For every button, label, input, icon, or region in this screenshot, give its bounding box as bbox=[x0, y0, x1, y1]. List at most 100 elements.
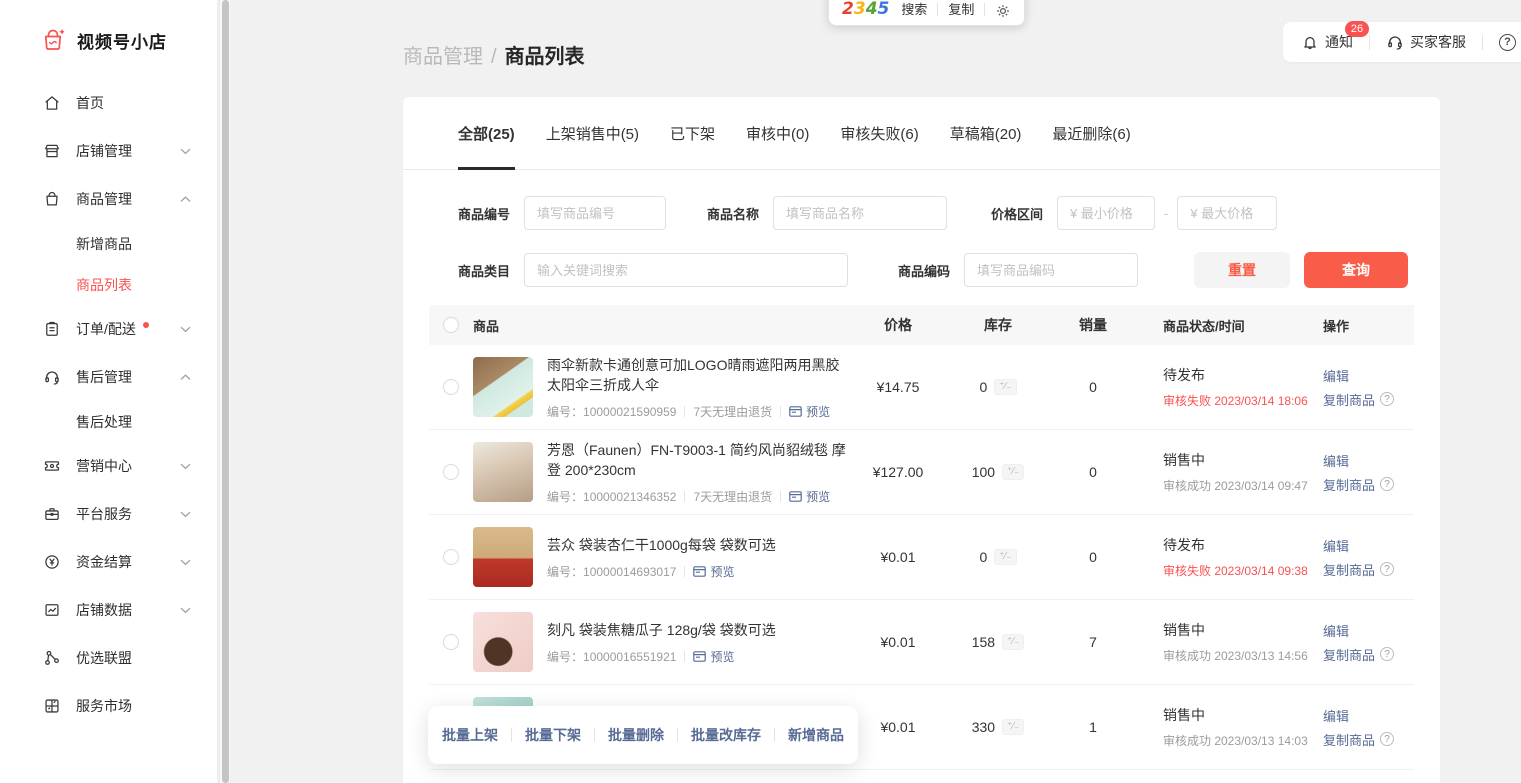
price-min-input[interactable] bbox=[1057, 196, 1155, 230]
copy-product-link[interactable]: 复制商品? bbox=[1323, 730, 1414, 749]
copy-product-link[interactable]: 复制商品? bbox=[1323, 645, 1414, 664]
help-icon[interactable]: ? bbox=[1499, 34, 1516, 51]
edit-link[interactable]: 编辑 bbox=[1323, 451, 1414, 470]
sidebar-item-label: 平台服务 bbox=[76, 504, 132, 524]
row-checkbox[interactable] bbox=[443, 464, 459, 480]
bulk-edit-stock-button[interactable]: 批量改库存 bbox=[678, 725, 774, 745]
price-range-separator: - bbox=[1164, 206, 1168, 221]
price-cell: ¥0.01 bbox=[853, 634, 943, 650]
app-logo[interactable]: 视频号小店 bbox=[0, 0, 217, 53]
preview-icon bbox=[693, 566, 706, 577]
edit-link[interactable]: 编辑 bbox=[1323, 621, 1414, 640]
sidebar-item-product-list[interactable]: 商品列表 bbox=[0, 264, 217, 305]
status-detail: 审核失败 2023/03/14 18:06 bbox=[1163, 392, 1323, 409]
notifications-button[interactable]: 通知 26 bbox=[1301, 32, 1353, 52]
bulk-on-shelf-button[interactable]: 批量上架 bbox=[429, 725, 511, 745]
tab-review-failed[interactable]: 审核失败(6) bbox=[840, 97, 918, 169]
buyer-service-button[interactable]: 买家客服 bbox=[1386, 32, 1466, 52]
breadcrumb-section[interactable]: 商品管理 bbox=[403, 46, 483, 68]
sidebar-item-product-management[interactable]: 商品管理 bbox=[0, 175, 217, 223]
status-detail: 审核失败 2023/03/14 09:38 bbox=[1163, 562, 1323, 579]
status-cell: 待发布 审核失败 2023/03/14 18:06 bbox=[1133, 365, 1323, 409]
ext-copy-button[interactable]: 复制 bbox=[948, 0, 974, 19]
sidebar-item-service-market[interactable]: 服务市场 bbox=[0, 682, 217, 730]
product-name-input[interactable] bbox=[773, 196, 947, 230]
edit-link[interactable]: 编辑 bbox=[1323, 366, 1414, 385]
sidebar-item-home[interactable]: 首页 bbox=[0, 79, 217, 127]
tab-off-shelf[interactable]: 已下架 bbox=[670, 97, 715, 169]
stock-cell: 0 bbox=[979, 549, 987, 565]
select-all-checkbox[interactable] bbox=[443, 317, 459, 333]
page-scrollbar[interactable] bbox=[219, 0, 230, 783]
bulk-off-shelf-button[interactable]: 批量下架 bbox=[512, 725, 594, 745]
table-row: 刻凡 袋装焦糖瓜子 128g/袋 袋数可选 编号：10000016551921 … bbox=[429, 600, 1414, 685]
tab-recently-deleted[interactable]: 最近删除(6) bbox=[1052, 97, 1130, 169]
price-max-input[interactable] bbox=[1177, 196, 1277, 230]
edit-link[interactable]: 编辑 bbox=[1323, 536, 1414, 555]
sidebar-item-preferred-alliance[interactable]: 优选联盟 bbox=[0, 634, 217, 682]
scrollbar-thumb[interactable] bbox=[222, 0, 229, 783]
product-sn-input[interactable] bbox=[524, 196, 666, 230]
help-icon[interactable]: ? bbox=[1380, 647, 1394, 661]
sidebar-item-aftersale-management[interactable]: 售后管理 bbox=[0, 353, 217, 401]
bell-icon bbox=[1301, 33, 1319, 51]
stock-edit-icon[interactable]: ⁺⁄₋ bbox=[1002, 719, 1024, 735]
help-icon[interactable]: ? bbox=[1380, 392, 1394, 406]
sidebar-item-shop-data[interactable]: 店铺数据 bbox=[0, 586, 217, 634]
add-product-button[interactable]: 新增商品 bbox=[775, 725, 857, 745]
chevron-down-icon bbox=[180, 463, 191, 470]
status-cell: 销售中 审核成功 2023/03/14 09:47 bbox=[1133, 450, 1323, 494]
notification-dot bbox=[143, 322, 149, 328]
stock-edit-icon[interactable]: ⁺⁄₋ bbox=[994, 549, 1016, 565]
edit-link[interactable]: 编辑 bbox=[1323, 706, 1414, 725]
stock-edit-icon[interactable]: ⁺⁄₋ bbox=[994, 379, 1016, 395]
preview-icon bbox=[789, 491, 802, 502]
query-button[interactable]: 查询 bbox=[1304, 252, 1408, 288]
row-checkbox[interactable] bbox=[443, 634, 459, 650]
sidebar-item-label: 优选联盟 bbox=[76, 648, 132, 668]
product-code-label: 商品编码 bbox=[898, 261, 950, 280]
return-policy: 7天无理由退货 bbox=[693, 488, 772, 505]
table-header: 商品 价格 库存 销量 商品状态/时间 操作 bbox=[429, 305, 1414, 345]
preview-link[interactable]: 预览 bbox=[789, 403, 830, 420]
chevron-down-icon bbox=[180, 559, 191, 566]
category-label: 商品类目 bbox=[458, 261, 510, 280]
copy-product-link[interactable]: 复制商品? bbox=[1323, 560, 1414, 579]
preview-link[interactable]: 预览 bbox=[693, 648, 734, 665]
sidebar-item-shop-management[interactable]: 店铺管理 bbox=[0, 127, 217, 175]
sidebar-item-funds-settlement[interactable]: 资金结算 bbox=[0, 538, 217, 586]
tab-in-review[interactable]: 审核中(0) bbox=[746, 97, 809, 169]
stock-edit-icon[interactable]: ⁺⁄₋ bbox=[1002, 464, 1024, 480]
stock-edit-icon[interactable]: ⁺⁄₋ bbox=[1002, 634, 1024, 650]
copy-product-link[interactable]: 复制商品? bbox=[1323, 475, 1414, 494]
page-title: 商品列表 bbox=[505, 46, 585, 68]
product-code-input[interactable] bbox=[964, 253, 1138, 287]
tab-drafts[interactable]: 草稿箱(20) bbox=[950, 97, 1022, 169]
sidebar-item-add-product[interactable]: 新增商品 bbox=[0, 223, 217, 264]
row-checkbox[interactable] bbox=[443, 549, 459, 565]
bulk-action-bar: 批量上架 批量下架 批量删除 批量改库存 新增商品 bbox=[428, 706, 858, 764]
stock-cell: 158 bbox=[972, 634, 995, 650]
help-icon[interactable]: ? bbox=[1380, 562, 1394, 576]
category-input[interactable] bbox=[524, 253, 848, 287]
product-sn: 编号：10000016551921 bbox=[547, 648, 676, 665]
gear-icon[interactable] bbox=[995, 3, 1011, 19]
help-icon[interactable]: ? bbox=[1380, 477, 1394, 491]
tab-on-sale[interactable]: 上架销售中(5) bbox=[546, 97, 639, 169]
preview-link[interactable]: 预览 bbox=[693, 563, 734, 580]
help-icon[interactable]: ? bbox=[1380, 732, 1394, 746]
sidebar-item-aftersale-handle[interactable]: 售后处理 bbox=[0, 401, 217, 442]
ext-search-button[interactable]: 搜索 bbox=[901, 0, 927, 19]
sidebar-item-marketing-center[interactable]: 营销中心 bbox=[0, 442, 217, 490]
sidebar-item-platform-services[interactable]: 平台服务 bbox=[0, 490, 217, 538]
return-policy: 7天无理由退货 bbox=[693, 403, 772, 420]
preview-link[interactable]: 预览 bbox=[789, 488, 830, 505]
bulk-delete-button[interactable]: 批量删除 bbox=[595, 725, 677, 745]
product-title: 芳恩（Faunen）FN-T9003-1 简约风尚貂绒毯 摩登 200*230c… bbox=[547, 440, 852, 480]
stock-cell: 0 bbox=[979, 379, 987, 395]
tab-all[interactable]: 全部(25) bbox=[458, 97, 515, 169]
row-checkbox[interactable] bbox=[443, 379, 459, 395]
sidebar-item-orders-delivery[interactable]: 订单/配送 bbox=[0, 305, 217, 353]
copy-product-link[interactable]: 复制商品? bbox=[1323, 390, 1414, 409]
reset-button[interactable]: 重置 bbox=[1194, 252, 1290, 288]
